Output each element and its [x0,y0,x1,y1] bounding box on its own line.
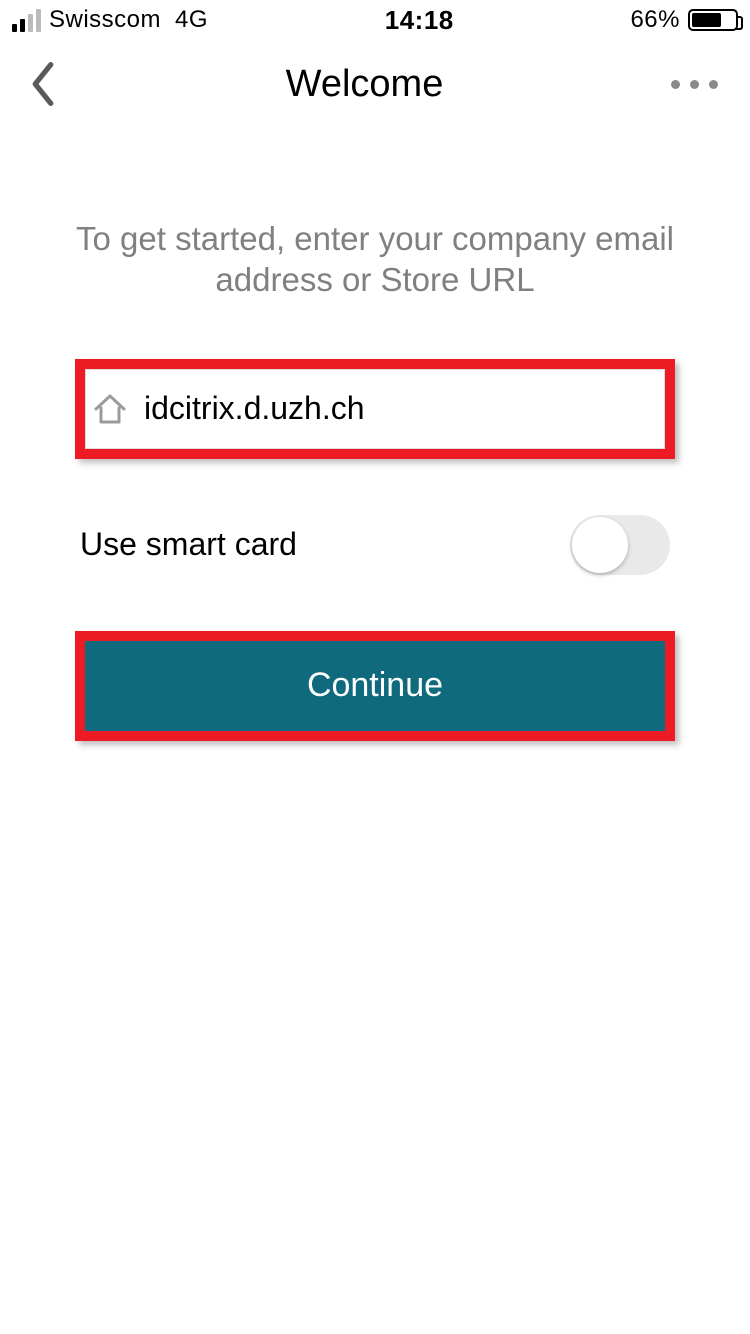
more-button[interactable] [671,80,722,89]
status-bar: Swisscom 4G 14:18 66% [0,0,750,40]
page-title: Welcome [286,63,444,106]
chevron-left-icon [28,62,58,106]
battery-icon [688,9,738,31]
signal-strength-icon [12,9,41,32]
store-url-field[interactable] [85,369,665,449]
battery-percent-label: 66% [630,6,680,34]
store-url-input[interactable] [144,390,658,427]
home-icon [90,389,130,429]
smart-card-label: Use smart card [80,526,297,563]
status-clock: 14:18 [385,5,454,36]
ellipsis-icon [671,80,680,89]
smart-card-row: Use smart card [80,515,670,575]
intro-text: To get started, enter your company email… [0,128,750,341]
carrier-label: Swisscom [49,6,161,34]
smart-card-toggle[interactable] [570,515,670,575]
nav-bar: Welcome [0,40,750,128]
highlight-input-frame [75,359,675,459]
continue-button[interactable]: Continue [85,641,665,731]
continue-button-label: Continue [307,666,443,705]
highlight-continue-frame: Continue [75,631,675,741]
network-type-label: 4G [175,6,208,34]
back-button[interactable] [28,62,58,106]
toggle-knob [572,517,628,573]
